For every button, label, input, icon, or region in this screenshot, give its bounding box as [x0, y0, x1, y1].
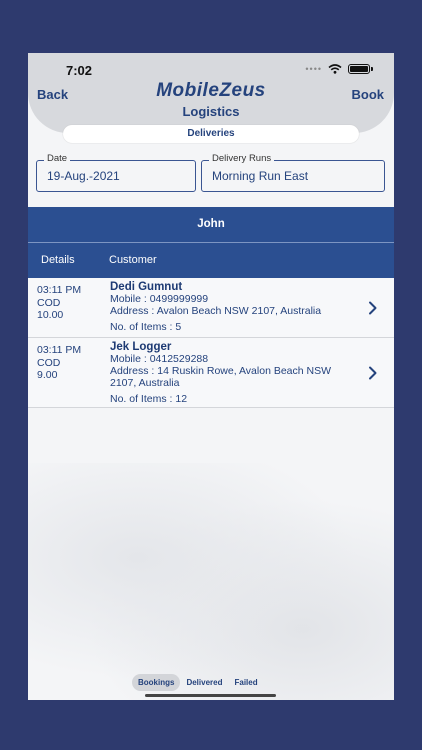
tab-failed[interactable]: Failed [228, 674, 263, 691]
status-time: 7:02 [66, 63, 93, 78]
divider [28, 242, 394, 243]
brand-subtitle: Logistics [182, 104, 240, 119]
items-label: No. of Items : [110, 321, 173, 333]
bottom-tab-bar: Bookings Delivered Failed [132, 672, 282, 692]
address-label: Address : [110, 365, 155, 377]
date-value: 19-Aug.-2021 [47, 169, 120, 183]
date-field[interactable]: Date 19-Aug.-2021 [36, 153, 196, 192]
payment-amount: 9.00 [37, 369, 58, 381]
delivery-row[interactable]: 03:11 PM COD 9.00 Jek Logger Mobile : 04… [28, 338, 394, 408]
wifi-icon [328, 64, 342, 74]
driver-band: John Details Customer [28, 207, 394, 278]
deliveries-segment[interactable]: Deliveries [63, 125, 359, 143]
delivery-time: 03:11 PM [37, 284, 82, 296]
phone-screen: 7:02 •••• Back MobileZeus Logistics Book… [28, 53, 394, 700]
customer-info: Jek Logger Mobile : 0412529288 Address :… [110, 341, 360, 405]
address-label: Address : [110, 305, 155, 317]
mobile-label: Mobile : [110, 353, 147, 365]
tab-delivered[interactable]: Delivered [180, 674, 228, 691]
chevron-right-icon[interactable] [368, 301, 378, 315]
items-count: 5 [175, 321, 182, 333]
home-indicator [145, 694, 276, 697]
delivery-details: 03:11 PM COD 10.00 [37, 284, 81, 322]
delivery-runs-label: Delivery Runs [209, 153, 275, 164]
signal-dots-icon: •••• [305, 64, 322, 74]
delivery-row[interactable]: 03:11 PM COD 10.00 Dedi Gumnut Mobile : … [28, 278, 394, 338]
details-column-header: Details [41, 254, 75, 266]
tab-bookings[interactable]: Bookings [132, 673, 181, 691]
customer-name: Dedi Gumnut [110, 281, 183, 293]
items-count: 12 [175, 393, 188, 405]
delivery-runs-field[interactable]: Delivery Runs Morning Run East [201, 153, 385, 192]
delivery-time: 03:11 PM [37, 344, 82, 356]
brand-logo: MobileZeus [156, 80, 266, 101]
chevron-right-icon[interactable] [368, 366, 378, 380]
mobile-label: Mobile : [110, 293, 147, 305]
delivery-runs-value: Morning Run East [212, 169, 309, 183]
driver-name: John [197, 218, 225, 230]
customer-column-header: Customer [109, 254, 157, 266]
book-button[interactable]: Book [352, 87, 385, 102]
background-texture [28, 463, 394, 700]
customer-info: Dedi Gumnut Mobile : 0499999999 Address … [110, 281, 360, 333]
date-label: Date [44, 153, 71, 164]
address-value: Avalon Beach NSW 2107, Australia [156, 305, 322, 317]
mobile-value: 0412529288 [149, 353, 209, 365]
status-icons: •••• [305, 64, 373, 74]
payment-type: COD [37, 296, 61, 309]
delivery-details: 03:11 PM COD 9.00 [37, 344, 81, 382]
customer-name: Jek Logger [110, 341, 172, 353]
header: 7:02 •••• Back MobileZeus Logistics Book [28, 53, 394, 133]
payment-amount: 10.00 [37, 309, 64, 321]
items-label: No. of Items : [110, 393, 173, 405]
battery-icon [348, 64, 373, 74]
payment-type: COD [37, 356, 61, 369]
mobile-value: 0499999999 [149, 293, 209, 305]
